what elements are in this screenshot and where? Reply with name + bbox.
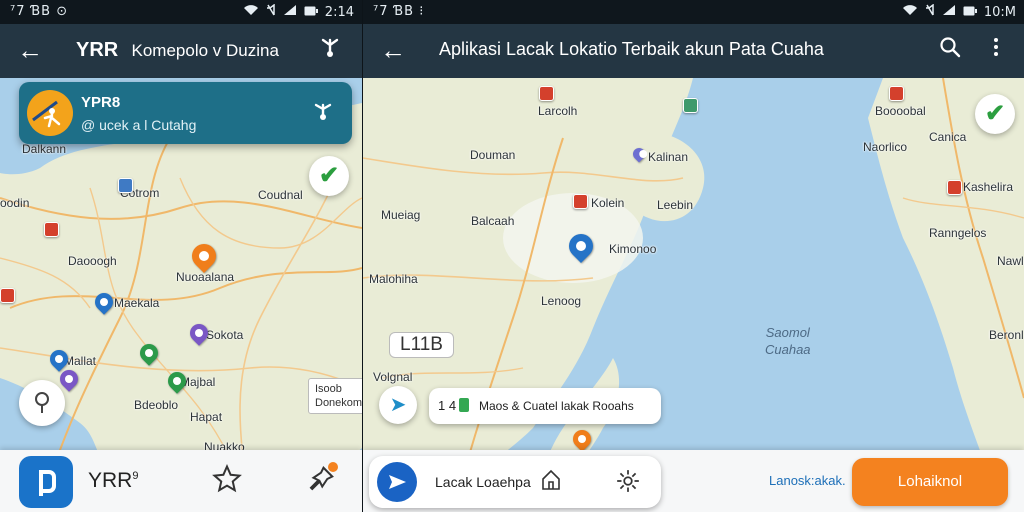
back-arrow-icon[interactable]: ← bbox=[14, 35, 46, 67]
wifi-icon bbox=[902, 4, 918, 20]
map-view[interactable]: Larcolh Douman Kalinan Mueiag Balcaah Ko… bbox=[363, 78, 1024, 512]
app-subtitle: Komepolo v Duzina bbox=[131, 41, 279, 60]
status-time: 2:14 bbox=[324, 4, 354, 20]
back-arrow-icon[interactable]: ← bbox=[377, 35, 409, 67]
send-icon bbox=[377, 462, 417, 502]
app-name: YRR bbox=[76, 39, 119, 61]
battery-icon bbox=[304, 5, 318, 20]
city-label: Hapat bbox=[190, 410, 223, 424]
info-bar[interactable]: 1 4 Maos & Cuatel lakak Rooahs bbox=[429, 388, 661, 424]
info-bar-text: Maos & Cuatel lakak Rooahs bbox=[479, 399, 634, 413]
track-location-label: Lacak Loaehpa bbox=[435, 474, 531, 490]
value-box: L11B bbox=[389, 332, 454, 358]
city-label: Nawlar bbox=[997, 254, 1024, 268]
bottom-app-label: YRR bbox=[88, 469, 133, 492]
map-app-icon bbox=[459, 398, 469, 412]
city-label: Kashelira bbox=[963, 180, 1014, 194]
share-icon[interactable] bbox=[314, 35, 346, 67]
pin-notification-icon[interactable] bbox=[306, 462, 338, 494]
map-marker[interactable] bbox=[0, 288, 15, 303]
settings-icon bbox=[615, 468, 641, 494]
signal-icon bbox=[283, 4, 297, 20]
map-marker[interactable] bbox=[118, 178, 133, 193]
status-left-icons: ⁷7 ƁB ⁝ bbox=[373, 4, 425, 19]
city-label: Coudnal bbox=[258, 188, 303, 202]
city-label: oodin bbox=[0, 196, 30, 210]
app-logo-icon bbox=[27, 90, 73, 136]
city-label: Canica bbox=[929, 130, 967, 144]
more-vert-icon[interactable] bbox=[980, 35, 1012, 67]
city-label: Mallat bbox=[64, 354, 97, 368]
map-legend: Isoob Donekom bbox=[308, 378, 362, 414]
city-label: Kalinan bbox=[648, 150, 689, 164]
signal-icon bbox=[942, 4, 956, 20]
city-label: Beronl bbox=[989, 328, 1024, 342]
status-bar: ⁷7 ƁB ⁝ 10:M bbox=[363, 0, 1024, 24]
city-label: Larcolh bbox=[538, 104, 578, 118]
city-label: Mueiag bbox=[381, 208, 421, 222]
check-icon[interactable]: ✔ bbox=[309, 156, 349, 196]
sea-label: Saomol Cuahaa bbox=[765, 325, 811, 357]
app-bar: ← Aplikasi Lacak Lokatio Terbaik akun Pa… bbox=[363, 24, 1024, 78]
city-label: Balcaah bbox=[471, 214, 515, 228]
track-location-pill[interactable]: Lacak Loaehpa bbox=[369, 456, 661, 508]
search-card-subtitle: @ ucek a l Cutahg bbox=[81, 117, 197, 133]
navigation-icon[interactable]: ➤ bbox=[379, 386, 417, 424]
wifi-icon bbox=[243, 4, 259, 20]
battery-icon bbox=[963, 5, 977, 20]
city-label: Boooobal bbox=[875, 104, 926, 118]
track-link[interactable]: Lanosk:akak. bbox=[769, 473, 846, 488]
city-label: Naorlico bbox=[863, 140, 908, 154]
city-label: Lenoog bbox=[541, 294, 582, 308]
status-bar: ⁷7 ƁB ⊙ 2:14 bbox=[0, 0, 362, 24]
city-label: Nuoaalana bbox=[176, 270, 235, 284]
search-icon[interactable] bbox=[934, 35, 966, 67]
city-label: Douman bbox=[470, 148, 516, 162]
map-marker[interactable] bbox=[573, 194, 588, 209]
mute-icon bbox=[925, 3, 935, 20]
mute-icon bbox=[266, 3, 276, 20]
check-icon[interactable]: ✔ bbox=[975, 94, 1015, 134]
city-label: Bdeoblo bbox=[134, 398, 179, 412]
bottom-bar: YRR9 bbox=[0, 450, 362, 512]
location-search-button[interactable] bbox=[19, 380, 65, 426]
app-icon-button[interactable] bbox=[19, 456, 73, 508]
map-marker[interactable] bbox=[683, 98, 698, 113]
city-label: Maekala bbox=[114, 296, 160, 310]
city-label: Daooogh bbox=[68, 254, 117, 268]
bottom-bar: Lacak Loaehpa Lanosk:akak. Lohaiknol bbox=[363, 450, 1024, 512]
share-icon[interactable] bbox=[308, 98, 338, 128]
map-marker[interactable] bbox=[539, 86, 554, 101]
app-title: Aplikasi Lacak Lokatio Terbaik akun Pata… bbox=[439, 39, 824, 59]
search-card-title: YPR8 bbox=[81, 94, 121, 111]
city-label: Sokota bbox=[206, 328, 244, 342]
city-label: Leebin bbox=[657, 198, 694, 212]
notification-dot bbox=[328, 462, 338, 472]
right-phone-screen: ⁷7 ƁB ⁝ 10:M ← Aplikasi Lacak Lokatio Te… bbox=[363, 0, 1024, 512]
city-label: Kolein bbox=[591, 196, 625, 210]
app-bar: ← YRR Komepolo v Duzina bbox=[0, 24, 362, 78]
city-label: Malohiha bbox=[369, 272, 418, 286]
map-marker[interactable] bbox=[44, 222, 59, 237]
map-marker[interactable] bbox=[947, 180, 962, 195]
star-icon[interactable] bbox=[212, 464, 242, 494]
city-label: Dalkann bbox=[22, 142, 67, 156]
city-label: Ranngelos bbox=[929, 226, 987, 240]
left-phone-screen: ⁷7 ƁB ⊙ 2:14 ← YRR Komepolo v Duzina Dal… bbox=[0, 0, 362, 512]
city-label: Kimonoo bbox=[609, 242, 657, 256]
home-icon bbox=[539, 468, 563, 492]
map-marker[interactable] bbox=[889, 86, 904, 101]
primary-action-button[interactable]: Lohaiknol bbox=[852, 458, 1008, 506]
status-left-icons: ⁷7 ƁB ⊙ bbox=[10, 4, 69, 19]
status-time: 10:M bbox=[983, 4, 1016, 20]
city-label: Volgnal bbox=[373, 370, 413, 384]
search-card[interactable]: YPR8 @ ucek a l Cutahg bbox=[19, 82, 352, 144]
